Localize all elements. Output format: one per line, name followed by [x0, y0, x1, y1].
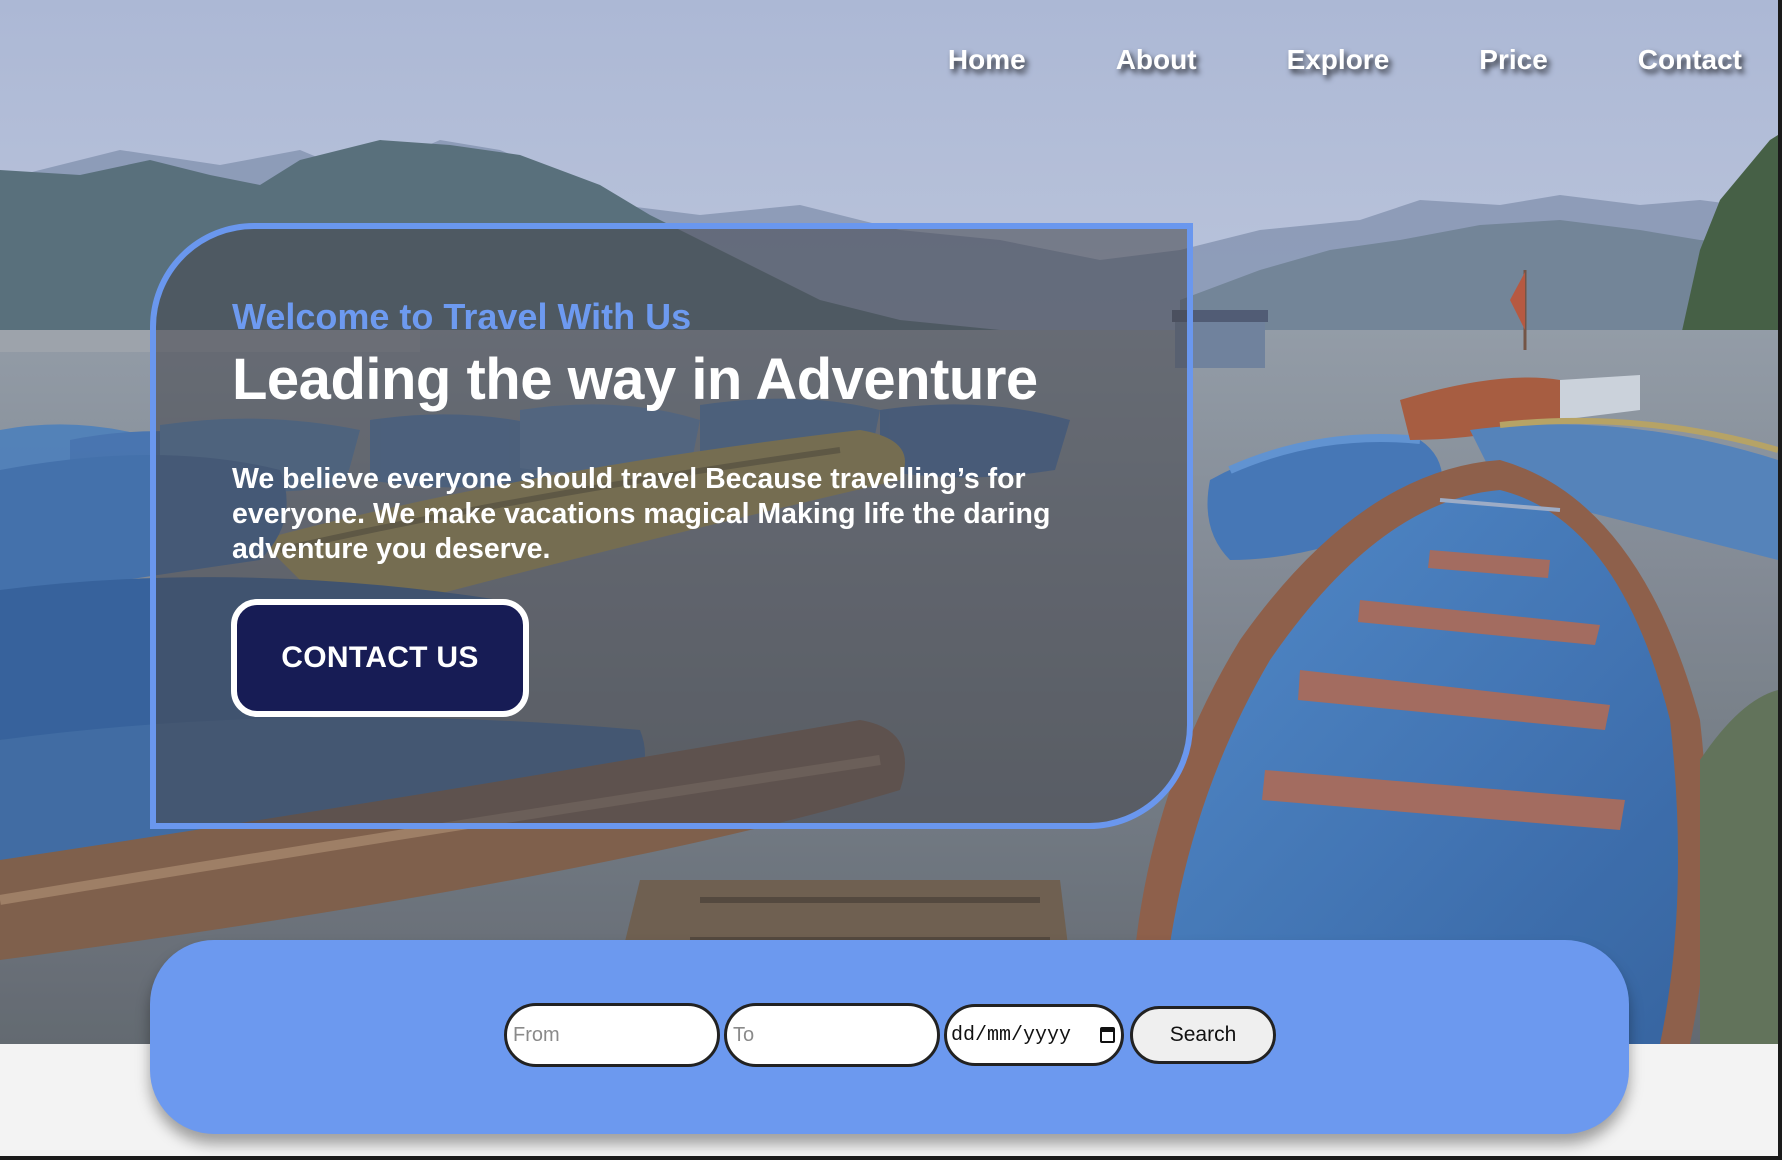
window-edge-bottom [0, 1156, 1782, 1160]
nav-price-link[interactable]: Price [1479, 38, 1548, 82]
nav-contact-link[interactable]: Contact [1638, 38, 1742, 82]
search-form: From To dd/mm/yyyy Search [504, 1003, 1276, 1067]
hero-eyebrow: Welcome to Travel With Us [232, 296, 692, 337]
main-nav: Home About Explore Price Contact [858, 38, 1742, 82]
calendar-icon[interactable] [1100, 1027, 1115, 1043]
to-input[interactable]: To [724, 1003, 940, 1067]
nav-about-link[interactable]: About [1116, 38, 1197, 82]
hero-card: Welcome to Travel With Us Leading the wa… [150, 223, 1193, 829]
search-button[interactable]: Search [1130, 1006, 1276, 1064]
search-panel: From To dd/mm/yyyy Search [150, 940, 1629, 1134]
page: Home About Explore Price Contact Welcome… [0, 0, 1782, 1160]
hero-title: Leading the way in Adventure [232, 347, 1038, 412]
contact-us-button[interactable]: CONTACT US [231, 599, 529, 717]
hero-description: We believe everyone should travel Becaus… [232, 463, 1051, 565]
window-edge-right [1778, 0, 1782, 1160]
date-placeholder: dd/mm/yyyy [951, 1023, 1072, 1047]
date-input[interactable]: dd/mm/yyyy [944, 1004, 1124, 1066]
nav-explore-link[interactable]: Explore [1287, 38, 1390, 82]
nav-home-link[interactable]: Home [948, 38, 1026, 82]
from-input[interactable]: From [504, 1003, 720, 1067]
to-placeholder: To [733, 1023, 755, 1046]
from-placeholder: From [513, 1023, 560, 1046]
